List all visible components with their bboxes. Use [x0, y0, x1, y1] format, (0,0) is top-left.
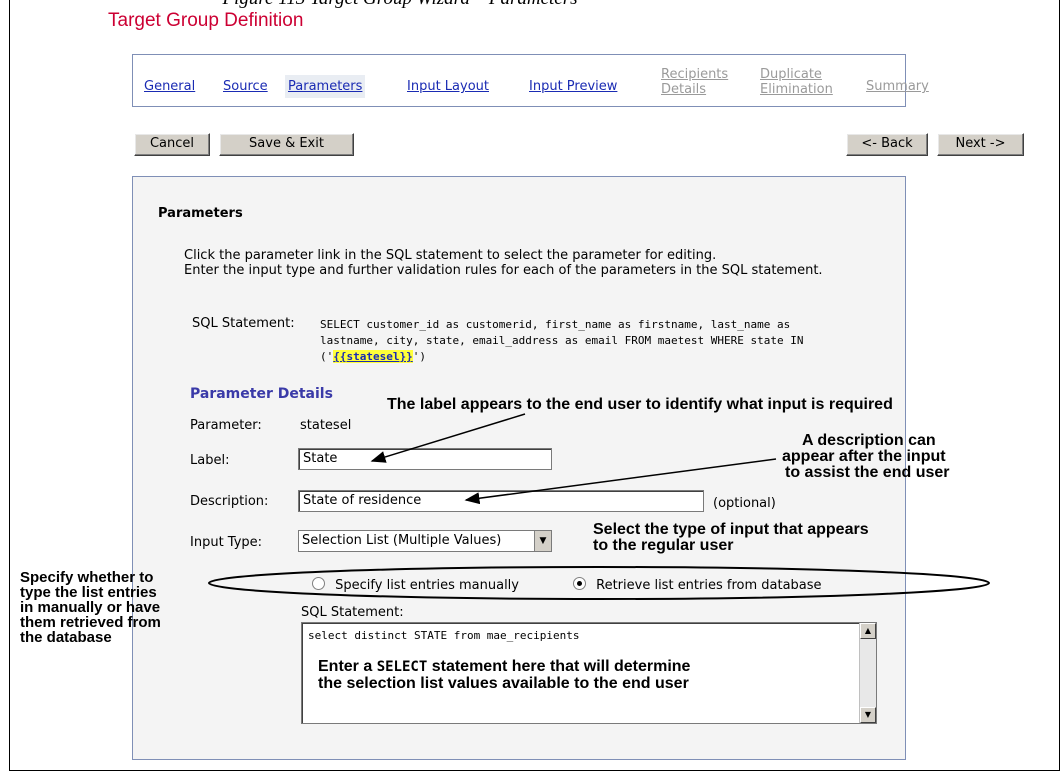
description-arrow — [464, 458, 777, 505]
annotation-arrows — [208, 413, 990, 600]
radio-ellipse — [208, 566, 990, 600]
label-arrow — [370, 413, 526, 463]
